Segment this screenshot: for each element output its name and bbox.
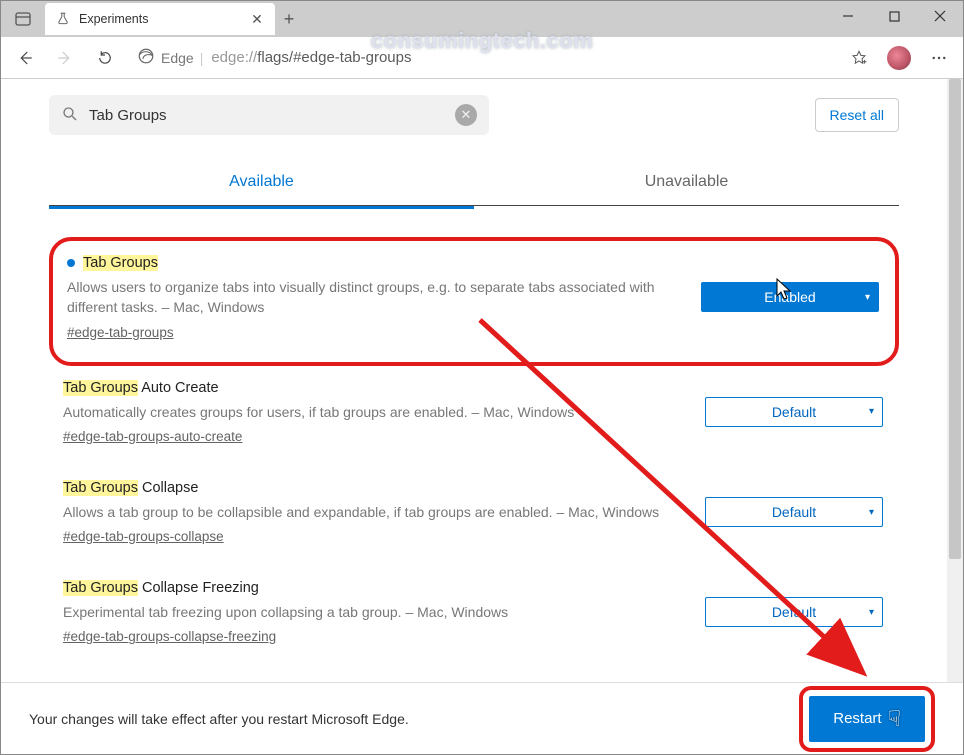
flag-hash-link[interactable]: #edge-tab-groups <box>67 325 174 340</box>
profile-avatar[interactable] <box>881 40 917 76</box>
chevron-down-icon: ▾ <box>865 292 870 303</box>
flag-select[interactable]: Default▾ <box>705 597 883 627</box>
forward-button[interactable] <box>47 40 83 76</box>
restart-highlight: Restart ☟ <box>799 686 935 752</box>
search-icon <box>61 105 79 126</box>
cursor-hand-icon: ☟ <box>888 706 901 732</box>
restart-button[interactable]: Restart ☟ <box>809 696 925 742</box>
search-input[interactable] <box>89 107 445 124</box>
flags-list: Tab Groups Allows users to organize tabs … <box>49 209 899 666</box>
tab-unavailable[interactable]: Unavailable <box>474 159 899 205</box>
reset-all-button[interactable]: Reset all <box>815 98 899 132</box>
flag-select[interactable]: Default▾ <box>705 497 883 527</box>
url-text: edge://flags/#edge-tab-groups <box>211 49 411 66</box>
flag-title: Tab Groups Auto Create <box>63 380 219 396</box>
minimize-button[interactable] <box>825 1 871 31</box>
browser-window: Experiments ✕ + Edge | <box>0 0 964 755</box>
back-button[interactable] <box>7 40 43 76</box>
address-bar[interactable]: Edge | edge://flags/#edge-tab-groups <box>127 42 837 74</box>
titlebar: Experiments ✕ + <box>1 1 963 37</box>
restart-footer: Your changes will take effect after you … <box>1 682 963 754</box>
search-clear-icon[interactable]: ✕ <box>455 104 477 126</box>
flag-description: Automatically creates groups for users, … <box>63 402 681 422</box>
refresh-button[interactable] <box>87 40 123 76</box>
close-window-button[interactable] <box>917 1 963 31</box>
maximize-button[interactable] <box>871 1 917 31</box>
flags-tabs: Available Unavailable <box>49 159 899 206</box>
scrollbar-thumb[interactable] <box>949 79 961 559</box>
flag-title: Tab Groups <box>83 255 158 271</box>
flask-icon <box>55 11 71 27</box>
footer-text: Your changes will take effect after you … <box>29 711 409 727</box>
favorites-button[interactable] <box>841 40 877 76</box>
browser-tab[interactable]: Experiments ✕ <box>45 3 275 35</box>
restart-label: Restart <box>833 710 881 727</box>
chevron-down-icon: ▾ <box>869 507 874 518</box>
flag-title: Tab Groups Collapse <box>63 480 198 496</box>
menu-button[interactable] <box>921 40 957 76</box>
tab-close-icon[interactable]: ✕ <box>249 11 265 27</box>
tab-title: Experiments <box>79 12 241 26</box>
flag-description: Allows a tab group to be collapsible and… <box>63 502 681 522</box>
flag-item: Tab Groups Collapse Allows a tab group to… <box>49 466 899 566</box>
flag-description: Allows users to organize tabs into visua… <box>67 277 677 318</box>
bullet-icon <box>67 259 75 267</box>
flag-hash-link[interactable]: #edge-tab-groups-collapse-freezing <box>63 629 276 644</box>
flag-description: Experimental tab freezing upon collapsin… <box>63 602 681 622</box>
flag-hash-link[interactable]: #edge-tab-groups-collapse <box>63 529 224 544</box>
scrollbar[interactable] <box>947 79 963 682</box>
tab-available[interactable]: Available <box>49 159 474 205</box>
content-area: ✕ Reset all Available Unavailable Tab Gr… <box>1 79 963 682</box>
chevron-down-icon: ▾ <box>869 607 874 618</box>
flag-title: Tab Groups Collapse Freezing <box>63 580 259 596</box>
flag-item: Tab Groups Collapse Freezing Experimental… <box>49 566 899 666</box>
tab-underline <box>49 206 474 209</box>
edge-logo-icon <box>137 47 155 68</box>
tab-actions-icon[interactable] <box>7 3 39 35</box>
edge-label: Edge <box>161 50 194 66</box>
flag-select[interactable]: Default▾ <box>705 397 883 427</box>
flag-hash-link[interactable]: #edge-tab-groups-auto-create <box>63 429 242 444</box>
flags-search-box[interactable]: ✕ <box>49 95 489 135</box>
flag-item: Tab Groups Allows users to organize tabs … <box>49 237 899 366</box>
new-tab-button[interactable]: + <box>275 3 303 35</box>
flag-select[interactable]: Enabled▾ <box>701 282 879 312</box>
toolbar: Edge | edge://flags/#edge-tab-groups <box>1 37 963 79</box>
flag-item: Tab Groups Auto Create Automatically crea… <box>49 366 899 466</box>
chevron-down-icon: ▾ <box>869 406 874 417</box>
